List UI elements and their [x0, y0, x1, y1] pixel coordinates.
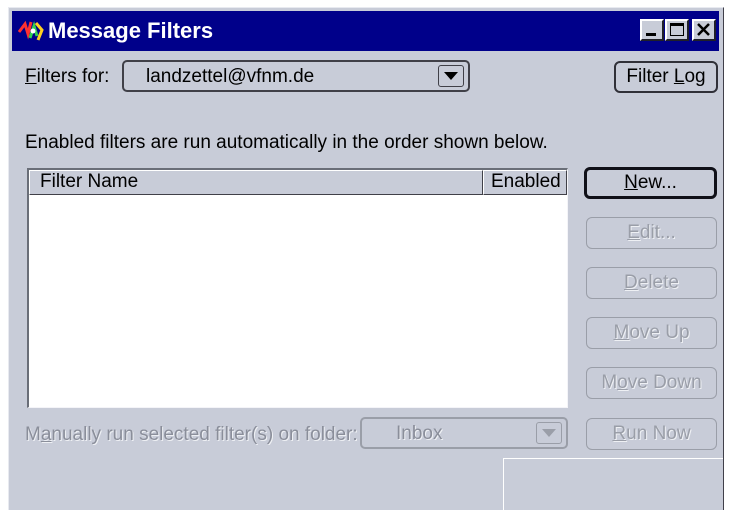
title-bar[interactable]: Message Filters	[12, 11, 719, 51]
move-down-button[interactable]: Move Down	[586, 367, 717, 399]
column-filter-name[interactable]: Filter Name	[29, 170, 483, 195]
column-enabled[interactable]: Enabled	[483, 170, 567, 195]
filter-log-button[interactable]: Filter Log	[614, 61, 718, 93]
maximize-icon	[670, 23, 684, 36]
window-title: Message Filters	[48, 18, 214, 43]
chevron-down-icon[interactable]	[438, 65, 464, 87]
delete-filter-button[interactable]: Delete	[586, 267, 717, 299]
minimize-button[interactable]	[640, 19, 664, 41]
manual-run-label: Manually run selected filter(s) on folde…	[25, 424, 358, 445]
run-now-button[interactable]: Run Now	[586, 418, 717, 450]
filter-app-icon	[17, 20, 44, 42]
filter-list-header: Filter Name Enabled	[29, 170, 567, 195]
account-value: landzettel@vfnm.de	[146, 66, 315, 87]
chevron-down-icon[interactable]	[536, 422, 562, 444]
folder-value: Inbox	[396, 423, 443, 444]
edit-filter-button[interactable]: Edit...	[586, 217, 717, 249]
maximize-button[interactable]	[665, 19, 689, 41]
new-filter-button[interactable]: New...	[584, 167, 717, 199]
message-filters-window: Message Filters Filters for: landzettel@…	[8, 7, 724, 511]
minimize-icon	[646, 33, 656, 36]
move-up-button[interactable]: Move Up	[586, 317, 717, 349]
close-button[interactable]	[692, 19, 716, 41]
folder-select[interactable]: Inbox	[360, 417, 568, 449]
filter-list[interactable]: Filter Name Enabled	[27, 168, 568, 408]
status-bar	[503, 458, 723, 511]
close-icon	[697, 23, 710, 36]
filters-description: Enabled filters are run automatically in…	[25, 132, 548, 153]
account-select[interactable]: landzettel@vfnm.de	[122, 60, 470, 92]
filters-for-label: Filters for:	[25, 66, 110, 87]
